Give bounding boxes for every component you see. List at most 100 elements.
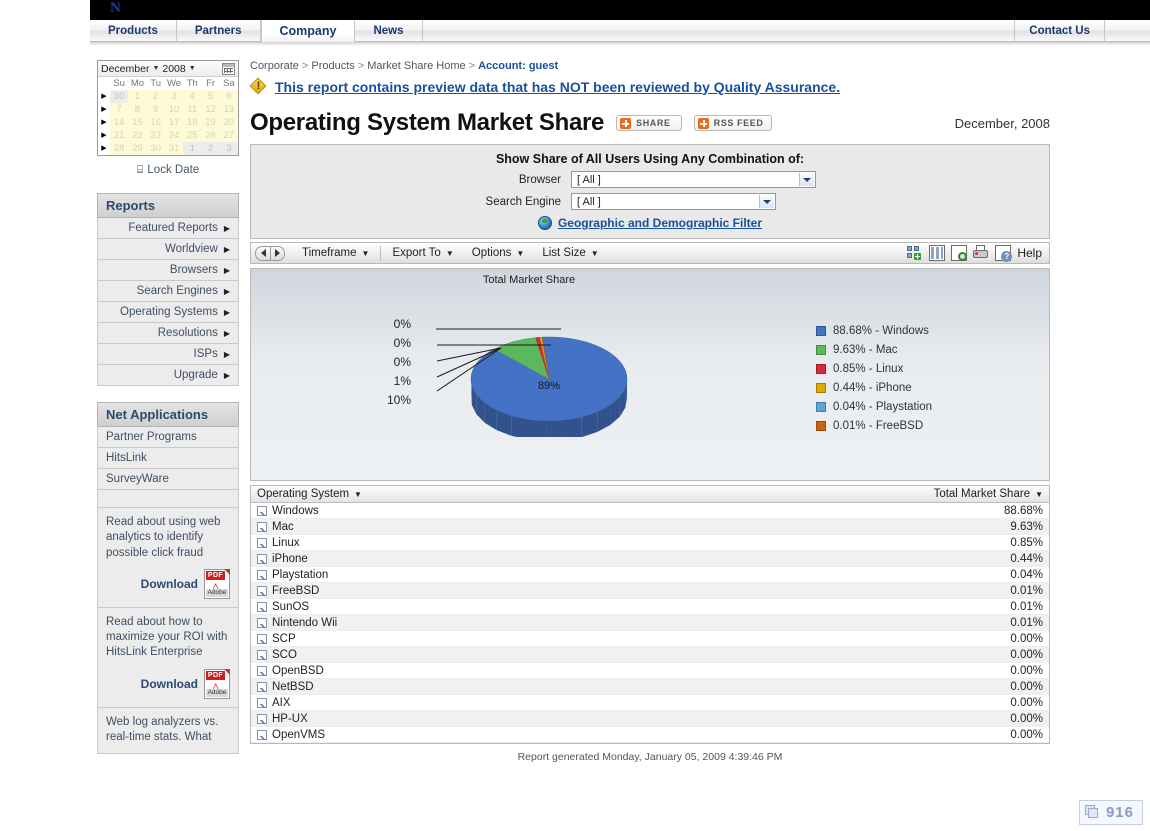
calendar-day[interactable]: 15 — [128, 116, 147, 129]
calendar-day[interactable]: 10 — [164, 103, 184, 116]
breadcrumb-item-products[interactable]: Products — [311, 60, 354, 72]
calendar-day[interactable]: 25 — [183, 129, 202, 142]
chevron-down-icon[interactable]: ▼ — [354, 490, 362, 499]
chevron-down-icon[interactable]: ▼ — [516, 249, 524, 258]
chevron-down-icon[interactable]: ▼ — [189, 65, 196, 72]
page-counter-badge[interactable]: 916 — [1078, 800, 1143, 825]
table-row[interactable]: OpenBSD 0.00% — [251, 663, 1049, 679]
chevron-down-icon[interactable] — [759, 195, 774, 208]
promo-download-row[interactable]: Download PDF △ Adobe — [106, 568, 230, 599]
sidebar-item-hitslink[interactable]: HitsLink — [97, 448, 239, 469]
nav-tab-partners[interactable]: Partners — [177, 20, 261, 42]
row-trend-checkbox-icon[interactable] — [257, 585, 267, 596]
table-row[interactable]: Playstation 0.04% — [251, 567, 1049, 583]
table-row[interactable]: FreeBSD 0.01% — [251, 583, 1049, 599]
chevron-right-icon[interactable]: ▶ — [224, 308, 230, 317]
row-trend-checkbox-icon[interactable] — [257, 521, 267, 532]
sidebar-item-partner-programs[interactable]: Partner Programs — [97, 427, 239, 448]
table-row[interactable]: AIX 0.00% — [251, 695, 1049, 711]
chevron-right-icon[interactable]: ▶ — [224, 350, 230, 359]
row-trend-checkbox-icon[interactable] — [257, 649, 267, 660]
table-row[interactable]: OpenVMS 0.00% — [251, 727, 1049, 743]
arrow-left-icon[interactable] — [255, 245, 270, 261]
table-row[interactable]: NetBSD 0.00% — [251, 679, 1049, 695]
calendar-day[interactable]: 16 — [146, 116, 165, 129]
calendar-day[interactable]: 12 — [201, 103, 220, 116]
chevron-right-icon[interactable]: ▶ — [224, 224, 230, 233]
calendar-week-select-arrow[interactable]: ▶ — [98, 103, 110, 116]
help-label[interactable]: Help — [1017, 246, 1042, 260]
row-trend-checkbox-icon[interactable] — [257, 569, 267, 580]
calendar-day[interactable]: 8 — [128, 103, 147, 116]
table-row[interactable]: Mac 9.63% — [251, 519, 1049, 535]
rss-feed-button[interactable]: RSS FEED — [693, 115, 773, 131]
calendar-day[interactable]: 5 — [201, 90, 220, 103]
promo-card[interactable]: Read about how to maximize your ROI with… — [97, 607, 239, 708]
row-trend-checkbox-icon[interactable] — [257, 633, 267, 644]
sidebar-item-search-engines[interactable]: Search Engines ▶ — [97, 281, 239, 302]
chevron-down-icon[interactable] — [799, 173, 814, 186]
calendar-day[interactable]: 30 — [146, 142, 165, 155]
geo-demographic-filter-link[interactable]: Geographic and Demographic Filter — [558, 216, 762, 230]
promo-download-label[interactable]: Download — [141, 577, 198, 591]
toolbar-menu-list-size[interactable]: List Size ▼ — [533, 243, 607, 263]
row-trend-checkbox-icon[interactable] — [257, 729, 267, 740]
calendar-day[interactable]: 2 — [201, 142, 220, 155]
table-row[interactable]: SCO 0.00% — [251, 647, 1049, 663]
calendar-day[interactable]: 3 — [164, 90, 184, 103]
sidebar-item-browsers[interactable]: Browsers ▶ — [97, 260, 239, 281]
breadcrumb-item-corporate[interactable]: Corporate — [250, 60, 299, 72]
promo-card[interactable]: Read about using web analytics to identi… — [97, 508, 239, 608]
toolbar-menu-options[interactable]: Options ▼ — [463, 243, 534, 263]
preview-data-notice[interactable]: ! This report contains preview data that… — [249, 77, 1050, 95]
calendar-day[interactable]: 4 — [183, 90, 202, 103]
columns-icon[interactable] — [929, 245, 946, 261]
calendar-day[interactable]: 20 — [219, 116, 238, 129]
chevron-right-icon[interactable]: ▶ — [224, 371, 230, 380]
preview-icon[interactable] — [951, 245, 968, 261]
toolbar-menu-timeframe[interactable]: Timeframe ▼ — [293, 243, 378, 263]
breadcrumb-item-market-share-home[interactable]: Market Share Home — [367, 60, 465, 72]
site-logo[interactable]: N — [110, 0, 121, 17]
table-row[interactable]: Windows 88.68% — [251, 503, 1049, 519]
chevron-down-icon[interactable]: ▼ — [446, 249, 454, 258]
calendar-day[interactable]: 9 — [146, 103, 165, 116]
calendar-day[interactable]: 11 — [183, 103, 202, 116]
row-trend-checkbox-icon[interactable] — [257, 697, 267, 708]
sidebar-item-featured-reports[interactable]: Featured Reports ▶ — [97, 218, 239, 239]
pdf-icon[interactable]: PDF △ Adobe — [204, 568, 230, 599]
calendar-day[interactable]: 19 — [201, 116, 220, 129]
pdf-icon[interactable]: PDF △ Adobe — [204, 668, 230, 699]
promo-partial[interactable]: Web log analyzers vs. real-time stats. W… — [97, 707, 239, 755]
chevron-down-icon[interactable]: ▼ — [1035, 490, 1043, 499]
lock-date-button[interactable]: ⌸ Lock Date — [97, 164, 239, 177]
table-row[interactable]: iPhone 0.44% — [251, 551, 1049, 567]
row-trend-checkbox-icon[interactable] — [257, 553, 267, 564]
chevron-down-icon[interactable]: ▼ — [152, 65, 159, 72]
print-icon[interactable] — [973, 245, 989, 261]
calendar-day[interactable]: 1 — [128, 90, 147, 103]
calendar-day[interactable]: 17 — [164, 116, 184, 129]
calendar-day[interactable]: 7 — [110, 103, 129, 116]
help-icon[interactable]: ? — [995, 245, 1013, 262]
sidebar-item-isps[interactable]: ISPs ▶ — [97, 344, 239, 365]
calendar-week-select-arrow[interactable]: ▶ — [98, 90, 110, 103]
row-trend-checkbox-icon[interactable] — [257, 665, 267, 676]
browser-select[interactable]: [ All ] — [571, 171, 816, 188]
calendar-month-select[interactable]: December — [101, 63, 149, 75]
row-trend-checkbox-icon[interactable] — [257, 505, 267, 516]
column-header-os[interactable]: Operating System — [257, 488, 349, 500]
arrow-right-icon[interactable] — [270, 245, 285, 261]
chevron-down-icon[interactable]: ▼ — [362, 249, 370, 258]
nav-contact-us[interactable]: Contact Us — [1014, 20, 1105, 42]
calendar-day[interactable]: 3 — [219, 142, 238, 155]
calendar-day[interactable]: 2 — [146, 90, 165, 103]
row-trend-checkbox-icon[interactable] — [257, 601, 267, 612]
date-picker-calendar[interactable]: December ▼ 2008 ▼ Su Mo Tu We Th Fr Sa ▶ 30 1 2 3 4… — [97, 60, 239, 156]
chevron-right-icon[interactable]: ▶ — [224, 329, 230, 338]
calendar-day[interactable]: 30 — [110, 90, 129, 103]
calendar-day[interactable]: 14 — [110, 116, 129, 129]
calendar-day[interactable]: 1 — [183, 142, 202, 155]
search-engine-select[interactable]: [ All ] — [571, 193, 776, 210]
calendar-day[interactable]: 13 — [219, 103, 238, 116]
